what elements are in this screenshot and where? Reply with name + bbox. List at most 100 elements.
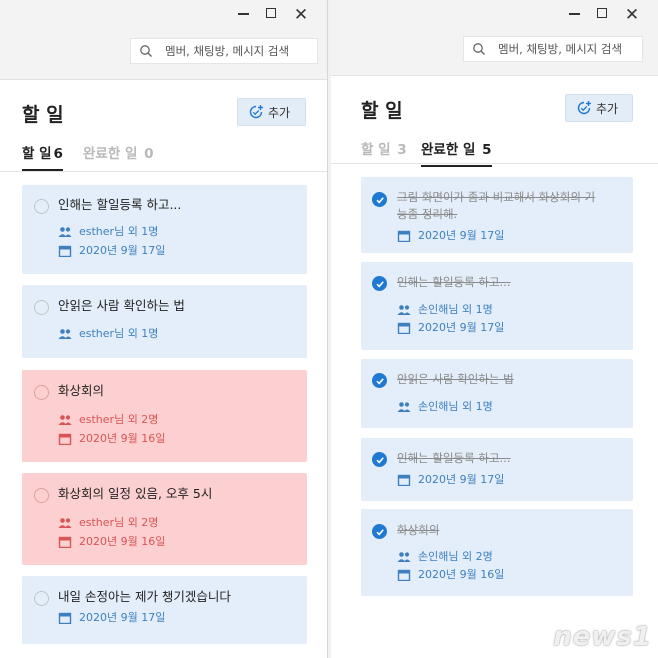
task-title: 내일 손정아는 제가 챙기겠습니다 [58,589,231,604]
task-title: 그림 화면이가 좀과 비교해서 화상회의 기 능좀 정리해. [397,189,595,223]
tab-label: 할 일 [22,146,52,162]
task-date: 2020년 9월 16일 [58,432,165,446]
todo-header: 할 일 추가 할 일6 완료한 일 0 [0,80,327,172]
tab-count: 5 [482,142,492,158]
task-title-line: 그림 화면이가 좀과 비교해서 화상회의 기 [397,190,596,204]
people-icon [58,415,72,425]
assignee-text: 손인해님 외 1명 [418,400,493,413]
calendar-icon [397,569,411,581]
date-text: 2020년 9월 17일 [418,321,505,334]
task-date: 2020년 9월 17일 [397,473,504,487]
tab-todo[interactable]: 할 일 3 [361,138,407,165]
add-task-label: 추가 [268,105,291,120]
task-card[interactable]: 인해는 할일등록 하고... esther님 외 1명 2020년 9월 17일 [22,185,307,274]
task-date: 2020년 9월 16일 [397,568,504,582]
task-date: 2020년 9월 17일 [397,229,504,243]
add-task-label: 추가 [596,101,619,116]
date-text: 2020년 9월 16일 [79,432,166,445]
completed-task-card[interactable]: 안읽은 사람 확인하는 법 손인해님 외 1명 [361,359,633,428]
add-task-button[interactable]: 추가 [237,98,306,126]
task-card[interactable]: 화상회의 esther님 외 2명 2020년 9월 16일 [22,370,307,462]
title-bar: ✕ [331,0,658,76]
completed-task-card[interactable]: 인해는 할일등록 하고... 손인해님 외 1명 2020년 9월 17일 [361,262,633,350]
task-card[interactable]: 안읽은 사람 확인하는 법 esther님 외 1명 [22,285,307,358]
calendar-icon [397,322,411,334]
people-icon [58,518,72,528]
calendar-icon [397,230,411,242]
checked-icon[interactable] [372,276,387,291]
assignee-text: esther님 외 1명 [79,225,159,238]
task-assignee: 손인해님 외 1명 [397,303,493,317]
search-input[interactable] [498,42,638,56]
assignee-text: esther님 외 1명 [79,327,159,340]
completed-task-card[interactable]: 화상회의 손인해님 외 2명 2020년 9월 16일 [361,509,633,596]
people-icon [58,227,72,237]
task-checkbox[interactable] [34,591,49,606]
tab-count: 0 [144,146,154,162]
close-icon[interactable]: ✕ [289,6,313,24]
task-checkbox[interactable] [34,300,49,315]
tab-completed[interactable]: 완료한 일 5 [421,138,492,167]
calendar-icon [58,245,72,257]
close-icon[interactable]: ✕ [620,6,644,24]
date-text: 2020년 9월 17일 [418,473,505,486]
task-title: 화상회의 [397,523,440,537]
people-icon [58,329,72,339]
task-title: 화상회의 일정 있음, 오후 5시 [58,486,213,501]
task-assignee: 손인해님 외 1명 [397,400,493,414]
task-title: 인해는 할일등록 하고... [397,451,511,465]
people-icon [397,305,411,315]
add-task-button[interactable]: 추가 [565,94,633,122]
todo-window-right: ✕ 할 일 추가 할 일 3 완료한 일 5 그 [331,0,658,658]
task-checkbox[interactable] [34,199,49,214]
assignee-text: esther님 외 2명 [79,516,159,529]
task-assignee: esther님 외 2명 [58,516,158,530]
news1-watermark: news1 [553,622,652,652]
maximize-icon[interactable] [259,6,283,22]
tab-count: 3 [397,142,407,158]
search-box[interactable] [130,38,318,64]
tab-label: 할 일 [361,142,391,158]
completed-task-card[interactable]: 그림 화면이가 좀과 비교해서 화상회의 기 능좀 정리해. 2020년 9월 … [361,177,633,253]
task-checkbox[interactable] [34,385,49,400]
task-date: 2020년 9월 17일 [58,244,165,258]
completed-task-card[interactable]: 인해는 할일등록 하고... 2020년 9월 17일 [361,438,633,501]
search-input[interactable] [165,44,305,58]
minimize-icon[interactable] [231,6,255,22]
add-task-icon [577,101,591,115]
calendar-icon [58,612,72,624]
todo-window-left: ✕ 할 일 추가 할 일6 완료한 일 0 인해는 할일등록 하고.. [0,0,328,658]
page-title: 할 일 [361,100,403,122]
checked-icon[interactable] [372,524,387,539]
task-card[interactable]: 내일 손정아는 제가 챙기겠습니다 2020년 9월 17일 [22,576,307,644]
task-date: 2020년 9월 17일 [397,321,504,335]
task-date: 2020년 9월 16일 [58,535,165,549]
task-card[interactable]: 화상회의 일정 있음, 오후 5시 esther님 외 2명 2020년 9월 … [22,473,307,565]
checked-icon[interactable] [372,373,387,388]
task-title: 안읽은 사람 확인하는 법 [58,298,185,313]
tab-label: 완료한 일 [421,142,476,158]
tab-todo[interactable]: 할 일6 [22,142,63,171]
maximize-icon[interactable] [590,6,614,22]
checked-icon[interactable] [372,192,387,207]
task-title-line: 능좀 정리해. [397,207,458,221]
screenshot-stage: ✕ 할 일 추가 할 일6 완료한 일 0 인해는 할일등록 하고.. [0,0,658,658]
task-title: 인해는 할일등록 하고... [397,275,511,289]
task-title: 안읽은 사람 확인하는 법 [397,372,514,386]
task-date: 2020년 9월 17일 [58,611,165,625]
assignee-text: esther님 외 2명 [79,413,159,426]
page-title: 할 일 [22,104,64,126]
task-assignee: 손인해님 외 2명 [397,550,493,564]
calendar-icon [58,536,72,548]
add-task-icon [249,105,263,119]
calendar-icon [397,474,411,486]
search-icon [473,43,485,55]
people-icon [397,552,411,562]
minimize-icon[interactable] [562,6,586,22]
checked-icon[interactable] [372,452,387,467]
task-checkbox[interactable] [34,488,49,503]
tab-count: 6 [53,146,63,162]
date-text: 2020년 9월 16일 [79,535,166,548]
tab-completed[interactable]: 완료한 일 0 [83,142,154,169]
search-box[interactable] [463,36,643,62]
